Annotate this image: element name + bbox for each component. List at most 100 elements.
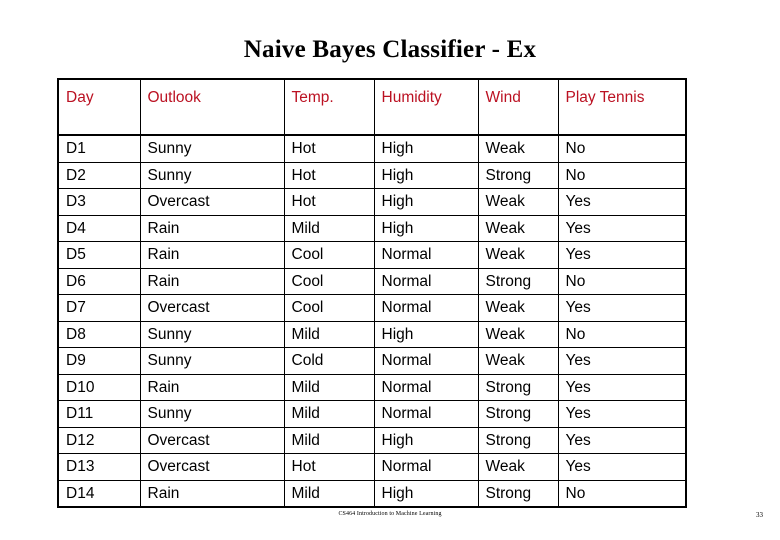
- cell-wind: Weak: [477, 453, 559, 481]
- cell-play: No: [557, 134, 687, 163]
- cell-outlook: Overcast: [139, 188, 285, 216]
- cell-day: D1: [57, 134, 141, 163]
- cell-day: D9: [57, 347, 141, 375]
- cell-wind: Weak: [477, 134, 559, 163]
- table-row: D1 Sunny Hot High Weak No: [57, 134, 687, 163]
- cell-outlook: Overcast: [139, 426, 285, 454]
- cell-humidity: Normal: [373, 373, 479, 401]
- cell-temp: Mild: [283, 426, 375, 454]
- cell-day: D7: [57, 294, 141, 322]
- cell-temp: Hot: [283, 188, 375, 216]
- cell-outlook: Sunny: [139, 161, 285, 189]
- cell-humidity: Normal: [373, 453, 479, 481]
- cell-day: D12: [57, 426, 141, 454]
- cell-outlook: Overcast: [139, 453, 285, 481]
- cell-play: No: [557, 479, 687, 508]
- cell-humidity: High: [373, 134, 479, 163]
- cell-humidity: Normal: [373, 241, 479, 269]
- play-tennis-table: Day Outlook Temp. Humidity Wind Play Tennis D…: [57, 78, 687, 508]
- cell-wind: Weak: [477, 320, 559, 348]
- table-row: D13 Overcast Hot Normal Weak Yes: [57, 453, 687, 481]
- cell-wind: Strong: [477, 479, 559, 508]
- cell-temp: Cool: [283, 241, 375, 269]
- cell-play: Yes: [557, 347, 687, 375]
- page-title: Naive Bayes Classifier - Ex: [243, 36, 537, 63]
- cell-day: D2: [57, 161, 141, 189]
- cell-play: Yes: [557, 214, 687, 242]
- cell-humidity: High: [373, 161, 479, 189]
- cell-play: Yes: [557, 400, 687, 428]
- cell-temp: Mild: [283, 373, 375, 401]
- cell-day: D13: [57, 453, 141, 481]
- column-header-day: Day: [57, 78, 141, 136]
- cell-wind: Strong: [477, 161, 559, 189]
- cell-day: D11: [57, 400, 141, 428]
- cell-temp: Mild: [283, 214, 375, 242]
- dataset-table-container: Day Outlook Temp. Humidity Wind Play Tennis D…: [57, 78, 687, 508]
- cell-day: D5: [57, 241, 141, 269]
- table-row: D10 Rain Mild Normal Strong Yes: [57, 373, 687, 401]
- cell-outlook: Sunny: [139, 400, 285, 428]
- table-body: D1 Sunny Hot High Weak No D2 Sunny Hot High Strong…: [57, 134, 687, 508]
- cell-humidity: High: [373, 426, 479, 454]
- cell-day: D8: [57, 320, 141, 348]
- cell-temp: Mild: [283, 479, 375, 508]
- cell-play: Yes: [557, 373, 687, 401]
- cell-temp: Cold: [283, 347, 375, 375]
- table-row: D11 Sunny Mild Normal Strong Yes: [57, 400, 687, 428]
- cell-humidity: Normal: [373, 294, 479, 322]
- cell-outlook: Overcast: [139, 294, 285, 322]
- slide-canvas: Naive Bayes Classifier - Ex Day Outlook Te…: [0, 0, 780, 540]
- cell-play: Yes: [557, 426, 687, 454]
- cell-humidity: Normal: [373, 267, 479, 295]
- column-header-humidity: Humidity: [373, 78, 479, 136]
- column-header-play: Play Tennis: [557, 78, 687, 136]
- cell-temp: Mild: [283, 320, 375, 348]
- table-row: D14 Rain Mild High Strong No: [57, 479, 687, 508]
- cell-day: D4: [57, 214, 141, 242]
- table-row: D9 Sunny Cold Normal Weak Yes: [57, 347, 687, 375]
- table-row: D8 Sunny Mild High Weak No: [57, 320, 687, 348]
- cell-outlook: Sunny: [139, 134, 285, 163]
- cell-outlook: Sunny: [139, 320, 285, 348]
- table-row: D7 Overcast Cool Normal Weak Yes: [57, 294, 687, 322]
- cell-play: Yes: [557, 241, 687, 269]
- cell-wind: Strong: [477, 400, 559, 428]
- table-row: D4 Rain Mild High Weak Yes: [57, 214, 687, 242]
- cell-wind: Weak: [477, 241, 559, 269]
- table-header: Day Outlook Temp. Humidity Wind Play Tennis: [57, 78, 687, 136]
- cell-humidity: High: [373, 214, 479, 242]
- table-row: D2 Sunny Hot High Strong No: [57, 161, 687, 189]
- cell-play: No: [557, 267, 687, 295]
- cell-temp: Hot: [283, 134, 375, 163]
- cell-outlook: Rain: [139, 479, 285, 508]
- cell-play: Yes: [557, 453, 687, 481]
- cell-temp: Hot: [283, 161, 375, 189]
- table-row: D5 Rain Cool Normal Weak Yes: [57, 241, 687, 269]
- cell-humidity: Normal: [373, 347, 479, 375]
- cell-wind: Strong: [477, 373, 559, 401]
- cell-wind: Weak: [477, 214, 559, 242]
- cell-play: No: [557, 320, 687, 348]
- column-header-temp: Temp.: [283, 78, 375, 136]
- cell-temp: Hot: [283, 453, 375, 481]
- cell-wind: Strong: [477, 426, 559, 454]
- cell-day: D6: [57, 267, 141, 295]
- table-row: D6 Rain Cool Normal Strong No: [57, 267, 687, 295]
- table-row: D3 Overcast Hot High Weak Yes: [57, 188, 687, 216]
- table-row: D12 Overcast Mild High Strong Yes: [57, 426, 687, 454]
- cell-play: No: [557, 161, 687, 189]
- cell-day: D10: [57, 373, 141, 401]
- cell-outlook: Rain: [139, 267, 285, 295]
- page-number: 33: [756, 511, 763, 519]
- cell-outlook: Rain: [139, 214, 285, 242]
- cell-wind: Weak: [477, 188, 559, 216]
- cell-day: D14: [57, 479, 141, 508]
- cell-play: Yes: [557, 294, 687, 322]
- cell-outlook: Sunny: [139, 347, 285, 375]
- cell-humidity: High: [373, 188, 479, 216]
- cell-temp: Mild: [283, 400, 375, 428]
- table-header-row: Day Outlook Temp. Humidity Wind Play Tennis: [57, 78, 687, 136]
- slide-footer: CS464 Introduction to Machine Learning: [338, 511, 442, 517]
- cell-play: Yes: [557, 188, 687, 216]
